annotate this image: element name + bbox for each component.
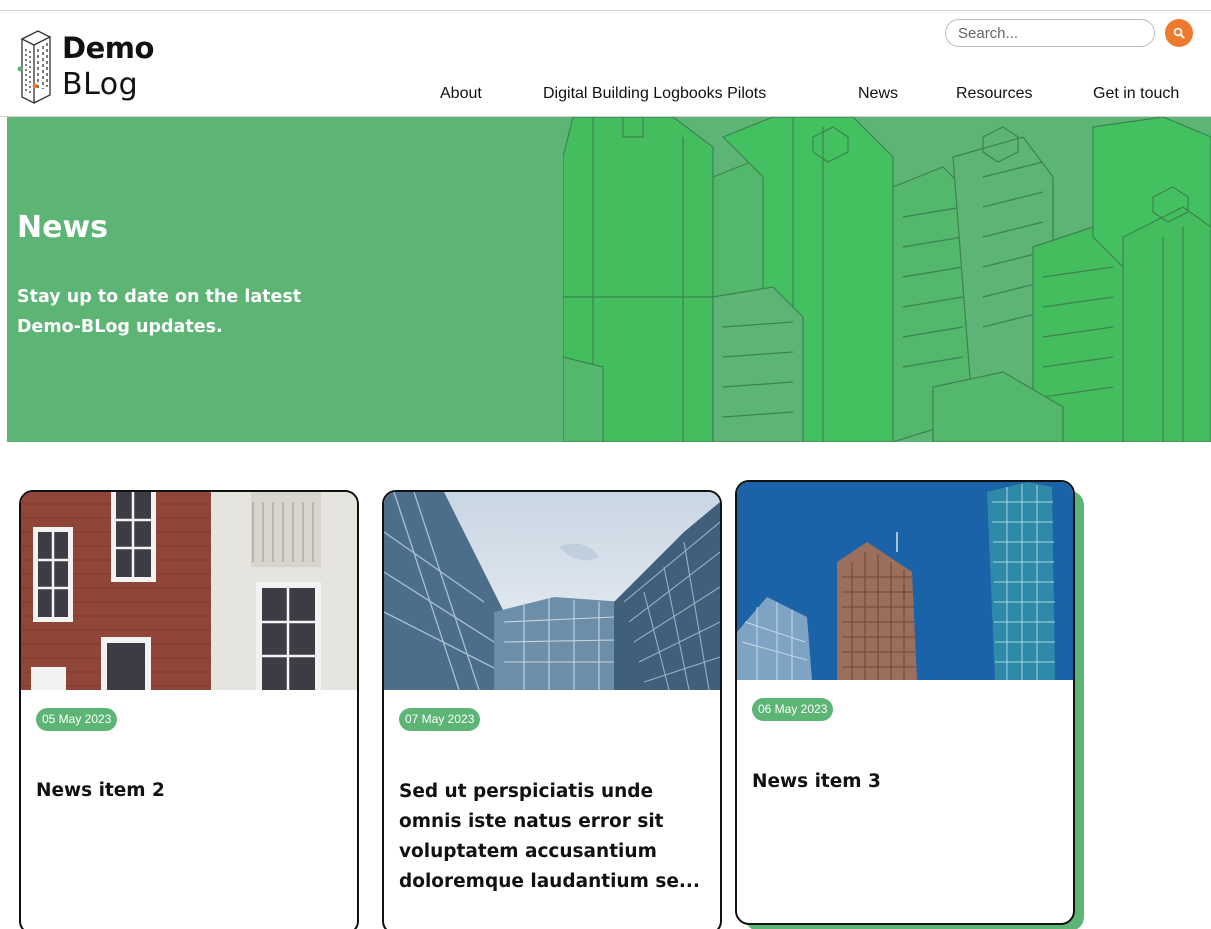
news-card-item-2[interactable]: 05 May 2023 News item 2: [19, 490, 359, 929]
nav-item-get-in-touch[interactable]: Get in touch: [1093, 85, 1179, 103]
skyscrapers-image: [737, 482, 1073, 680]
nav-item-about[interactable]: About: [440, 85, 482, 103]
date-badge: 06 May 2023: [752, 698, 834, 721]
news-card-sed-ut-perspiciatis[interactable]: 07 May 2023 Sed ut perspiciatis unde omn…: [382, 490, 722, 929]
hero-subtitle: Stay up to date on the latest Demo-BLog …: [17, 287, 302, 337]
nav-item-news[interactable]: News: [858, 85, 898, 103]
search-input[interactable]: [945, 19, 1155, 47]
page-title: News: [17, 210, 109, 245]
city-buildings-illustration: [563, 117, 1211, 442]
nav-item-digital-building-logbooks-pilots[interactable]: Digital Building Logbooks Pilots: [543, 85, 766, 103]
brick-building-image: [21, 492, 357, 690]
date-badge: 07 May 2023: [399, 708, 481, 731]
logo-text-demo: Demo: [62, 31, 154, 65]
search-button[interactable]: [1165, 19, 1193, 47]
search-icon: [1173, 27, 1185, 39]
glass-building-image: [384, 492, 720, 690]
date-badge: 05 May 2023: [36, 708, 118, 731]
nav-item-resources[interactable]: Resources: [956, 85, 1032, 103]
main-nav: About Digital Building Logbooks Pilots N…: [0, 85, 1211, 115]
hero-banner: News Stay up to date on the latest Demo-…: [7, 117, 1211, 442]
site-header: Demo BLog About Digital Building Logbook…: [0, 11, 1211, 116]
news-card-title: Sed ut perspiciatis unde omnis iste natu…: [399, 781, 700, 892]
news-card-title: News item 2: [36, 780, 165, 801]
news-card-item-3[interactable]: 06 May 2023 News item 3: [735, 480, 1075, 925]
news-card-title: News item 3: [752, 771, 881, 792]
